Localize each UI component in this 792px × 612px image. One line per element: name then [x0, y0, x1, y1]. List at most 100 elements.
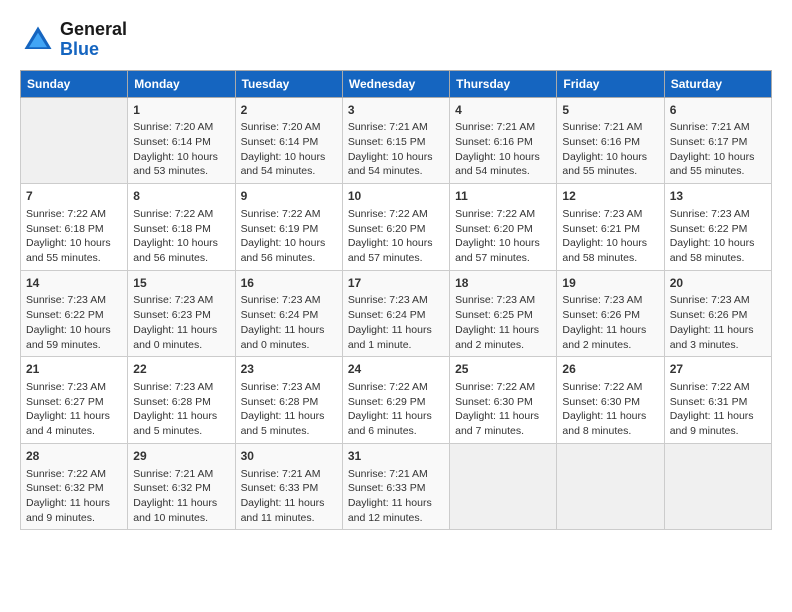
- day-info: Sunrise: 7:21 AM Sunset: 6:16 PM Dayligh…: [455, 120, 551, 179]
- calendar-cell: 15Sunrise: 7:23 AM Sunset: 6:23 PM Dayli…: [128, 270, 235, 357]
- calendar-cell: 31Sunrise: 7:21 AM Sunset: 6:33 PM Dayli…: [342, 443, 449, 530]
- day-info: Sunrise: 7:22 AM Sunset: 6:30 PM Dayligh…: [562, 380, 658, 439]
- day-number: 13: [670, 188, 766, 205]
- day-info: Sunrise: 7:23 AM Sunset: 6:26 PM Dayligh…: [670, 293, 766, 352]
- day-number: 15: [133, 275, 229, 292]
- day-info: Sunrise: 7:21 AM Sunset: 6:32 PM Dayligh…: [133, 467, 229, 526]
- day-number: 17: [348, 275, 444, 292]
- calendar-cell: 13 Sunrise: 7:23 AM Sunset: 6:22 PM Dayli…: [664, 184, 771, 271]
- calendar-cell: 12Sunrise: 7:23 AM Sunset: 6:21 PM Dayli…: [557, 184, 664, 271]
- day-number: 19: [562, 275, 658, 292]
- day-info: Sunrise: 7:23 AM Sunset: 6:28 PM Dayligh…: [241, 380, 337, 439]
- day-number: 30: [241, 448, 337, 465]
- calendar-table: Sunday Monday Tuesday Wednesday Thursday…: [20, 70, 772, 531]
- day-number: 6: [670, 102, 766, 119]
- day-info: Sunrise: 7:20 AM Sunset: 6:14 PM Dayligh…: [133, 120, 229, 179]
- calendar-cell: 7 Sunrise: 7:22 AM Sunset: 6:18 PM Daylig…: [21, 184, 128, 271]
- logo-text: General Blue: [60, 20, 127, 60]
- day-number: 24: [348, 361, 444, 378]
- calendar-cell: 5Sunrise: 7:21 AM Sunset: 6:16 PM Daylig…: [557, 97, 664, 184]
- calendar-row: 21Sunrise: 7:23 AM Sunset: 6:27 PM Dayli…: [21, 357, 772, 444]
- calendar-cell: 18Sunrise: 7:23 AM Sunset: 6:25 PM Dayli…: [450, 270, 557, 357]
- day-number: 18: [455, 275, 551, 292]
- calendar-cell: [21, 97, 128, 184]
- day-number: 5: [562, 102, 658, 119]
- day-number: 10: [348, 188, 444, 205]
- calendar-cell: 19Sunrise: 7:23 AM Sunset: 6:26 PM Dayli…: [557, 270, 664, 357]
- day-info: Sunrise: 7:23 AM Sunset: 6:24 PM Dayligh…: [348, 293, 444, 352]
- day-info: Sunrise: 7:23 AM Sunset: 6:22 PM Dayligh…: [26, 293, 122, 352]
- day-number: 9: [241, 188, 337, 205]
- calendar-cell: 2Sunrise: 7:20 AM Sunset: 6:14 PM Daylig…: [235, 97, 342, 184]
- day-info: Sunrise: 7:22 AM Sunset: 6:19 PM Dayligh…: [241, 207, 337, 266]
- page-header: General Blue: [20, 20, 772, 60]
- day-number: 11: [455, 188, 551, 205]
- calendar-row: 1Sunrise: 7:20 AM Sunset: 6:14 PM Daylig…: [21, 97, 772, 184]
- col-wednesday: Wednesday: [342, 70, 449, 97]
- day-number: 4: [455, 102, 551, 119]
- day-info: Sunrise: 7:22 AM Sunset: 6:30 PM Dayligh…: [455, 380, 551, 439]
- day-number: 3: [348, 102, 444, 119]
- col-thursday: Thursday: [450, 70, 557, 97]
- calendar-cell: 29Sunrise: 7:21 AM Sunset: 6:32 PM Dayli…: [128, 443, 235, 530]
- logo: General Blue: [20, 20, 127, 60]
- day-number: 1: [133, 102, 229, 119]
- calendar-cell: 30 Sunrise: 7:21 AM Sunset: 6:33 PM Dayli…: [235, 443, 342, 530]
- calendar-cell: 23 Sunrise: 7:23 AM Sunset: 6:28 PM Dayli…: [235, 357, 342, 444]
- day-number: 16: [241, 275, 337, 292]
- day-info: Sunrise: 7:22 AM Sunset: 6:18 PM Dayligh…: [26, 207, 122, 266]
- col-monday: Monday: [128, 70, 235, 97]
- day-number: 20: [670, 275, 766, 292]
- day-info: Sunrise: 7:22 AM Sunset: 6:32 PM Dayligh…: [26, 467, 122, 526]
- calendar-cell: 20Sunrise: 7:23 AM Sunset: 6:26 PM Dayli…: [664, 270, 771, 357]
- day-info: Sunrise: 7:23 AM Sunset: 6:25 PM Dayligh…: [455, 293, 551, 352]
- day-number: 27: [670, 361, 766, 378]
- day-info: Sunrise: 7:21 AM Sunset: 6:33 PM Dayligh…: [241, 467, 337, 526]
- day-number: 12: [562, 188, 658, 205]
- day-info: Sunrise: 7:23 AM Sunset: 6:26 PM Dayligh…: [562, 293, 658, 352]
- day-info: Sunrise: 7:22 AM Sunset: 6:18 PM Dayligh…: [133, 207, 229, 266]
- day-info: Sunrise: 7:21 AM Sunset: 6:17 PM Dayligh…: [670, 120, 766, 179]
- day-number: 22: [133, 361, 229, 378]
- calendar-cell: 11Sunrise: 7:22 AM Sunset: 6:20 PM Dayli…: [450, 184, 557, 271]
- calendar-row: 28 Sunrise: 7:22 AM Sunset: 6:32 PM Dayli…: [21, 443, 772, 530]
- day-info: Sunrise: 7:23 AM Sunset: 6:27 PM Dayligh…: [26, 380, 122, 439]
- calendar-cell: [450, 443, 557, 530]
- calendar-cell: 1Sunrise: 7:20 AM Sunset: 6:14 PM Daylig…: [128, 97, 235, 184]
- calendar-cell: 4Sunrise: 7:21 AM Sunset: 6:16 PM Daylig…: [450, 97, 557, 184]
- calendar-cell: 16Sunrise: 7:23 AM Sunset: 6:24 PM Dayli…: [235, 270, 342, 357]
- day-number: 28: [26, 448, 122, 465]
- calendar-cell: 24 Sunrise: 7:22 AM Sunset: 6:29 PM Dayli…: [342, 357, 449, 444]
- col-saturday: Saturday: [664, 70, 771, 97]
- day-info: Sunrise: 7:23 AM Sunset: 6:23 PM Dayligh…: [133, 293, 229, 352]
- calendar-cell: 21Sunrise: 7:23 AM Sunset: 6:27 PM Dayli…: [21, 357, 128, 444]
- day-number: 23: [241, 361, 337, 378]
- calendar-cell: 22 Sunrise: 7:23 AM Sunset: 6:28 PM Dayli…: [128, 357, 235, 444]
- day-info: Sunrise: 7:23 AM Sunset: 6:28 PM Dayligh…: [133, 380, 229, 439]
- calendar-cell: [664, 443, 771, 530]
- calendar-cell: 14Sunrise: 7:23 AM Sunset: 6:22 PM Dayli…: [21, 270, 128, 357]
- calendar-cell: 28 Sunrise: 7:22 AM Sunset: 6:32 PM Dayli…: [21, 443, 128, 530]
- calendar-cell: 25 Sunrise: 7:22 AM Sunset: 6:30 PM Dayli…: [450, 357, 557, 444]
- day-info: Sunrise: 7:23 AM Sunset: 6:24 PM Dayligh…: [241, 293, 337, 352]
- calendar-row: 14Sunrise: 7:23 AM Sunset: 6:22 PM Dayli…: [21, 270, 772, 357]
- calendar-cell: 6Sunrise: 7:21 AM Sunset: 6:17 PM Daylig…: [664, 97, 771, 184]
- calendar-cell: 10 Sunrise: 7:22 AM Sunset: 6:20 PM Dayli…: [342, 184, 449, 271]
- col-friday: Friday: [557, 70, 664, 97]
- day-info: Sunrise: 7:22 AM Sunset: 6:20 PM Dayligh…: [348, 207, 444, 266]
- day-info: Sunrise: 7:22 AM Sunset: 6:29 PM Dayligh…: [348, 380, 444, 439]
- col-tuesday: Tuesday: [235, 70, 342, 97]
- day-info: Sunrise: 7:20 AM Sunset: 6:14 PM Dayligh…: [241, 120, 337, 179]
- day-info: Sunrise: 7:21 AM Sunset: 6:16 PM Dayligh…: [562, 120, 658, 179]
- calendar-row: 7 Sunrise: 7:22 AM Sunset: 6:18 PM Daylig…: [21, 184, 772, 271]
- day-number: 2: [241, 102, 337, 119]
- day-number: 25: [455, 361, 551, 378]
- day-number: 7: [26, 188, 122, 205]
- day-info: Sunrise: 7:22 AM Sunset: 6:31 PM Dayligh…: [670, 380, 766, 439]
- calendar-cell: 26 Sunrise: 7:22 AM Sunset: 6:30 PM Dayli…: [557, 357, 664, 444]
- day-number: 26: [562, 361, 658, 378]
- header-row: Sunday Monday Tuesday Wednesday Thursday…: [21, 70, 772, 97]
- day-number: 14: [26, 275, 122, 292]
- day-info: Sunrise: 7:23 AM Sunset: 6:22 PM Dayligh…: [670, 207, 766, 266]
- calendar-cell: [557, 443, 664, 530]
